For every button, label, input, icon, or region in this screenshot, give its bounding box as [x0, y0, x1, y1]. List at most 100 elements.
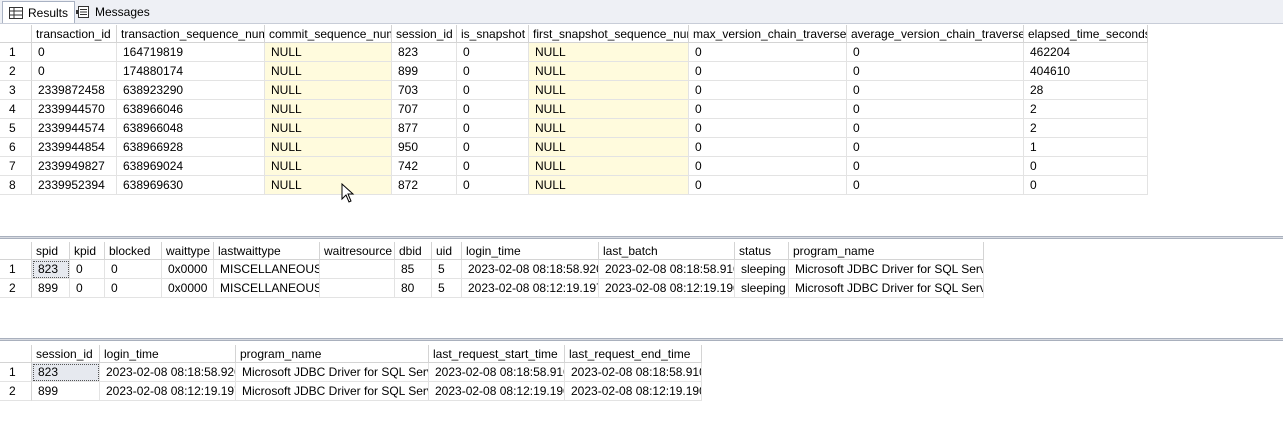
column-header-first-snapshot-sequence-num[interactable]: first_snapshot_sequence_num — [529, 25, 689, 43]
table-cell-kpid[interactable]: 0 — [70, 260, 105, 279]
table-cell-spid[interactable]: 823 — [32, 260, 70, 279]
table-cell-commit-sequence-num[interactable]: NULL — [265, 43, 392, 62]
table-cell-uid[interactable]: 5 — [432, 279, 462, 298]
table-cell-login-time[interactable]: 2023-02-08 08:18:58.920 — [100, 363, 236, 382]
table-cell-first-snapshot-sequence-num[interactable]: NULL — [529, 176, 689, 195]
table-cell-last-request-end-time[interactable]: 2023-02-08 08:12:19.190 — [565, 382, 702, 401]
table-cell-elapsed-time-seconds[interactable]: 2 — [1024, 100, 1148, 119]
column-header-transaction-id[interactable]: transaction_id — [32, 25, 117, 43]
table-cell-last-request-end-time[interactable]: 2023-02-08 08:18:58.910 — [565, 363, 702, 382]
column-header-is-snapshot[interactable]: is_snapshot — [457, 25, 529, 43]
table-cell-first-snapshot-sequence-num[interactable]: NULL — [529, 157, 689, 176]
column-header-last-request-end-time[interactable]: last_request_end_time — [565, 345, 702, 363]
table-cell-average-version-chain-traversed[interactable]: 0 — [847, 81, 1024, 100]
table-cell-average-version-chain-traversed[interactable]: 0 — [847, 62, 1024, 81]
table-cell-blocked[interactable]: 0 — [105, 279, 162, 298]
table-cell-transaction-id[interactable]: 2339872458 — [32, 81, 117, 100]
table-cell-kpid[interactable]: 0 — [70, 279, 105, 298]
table-cell-dbid[interactable]: 85 — [395, 260, 432, 279]
column-header-max-version-chain-traversed[interactable]: max_version_chain_traversed — [689, 25, 847, 43]
table-cell-first-snapshot-sequence-num[interactable]: NULL — [529, 81, 689, 100]
table-cell-transaction-id[interactable]: 2339949827 — [32, 157, 117, 176]
table-cell-max-version-chain-traversed[interactable]: 0 — [689, 81, 847, 100]
table-cell-first-snapshot-sequence-num[interactable]: NULL — [529, 43, 689, 62]
row-number[interactable]: 8 — [0, 176, 32, 195]
table-cell-lastwaittype[interactable]: MISCELLANEOUS — [214, 260, 320, 279]
column-header-uid[interactable]: uid — [432, 242, 462, 260]
table-cell-is-snapshot[interactable]: 0 — [457, 100, 529, 119]
table-cell-elapsed-time-seconds[interactable]: 0 — [1024, 176, 1148, 195]
grid-corner-header[interactable] — [0, 25, 32, 43]
grid-corner-header[interactable] — [0, 345, 32, 363]
table-cell-average-version-chain-traversed[interactable]: 0 — [847, 176, 1024, 195]
table-cell-elapsed-time-seconds[interactable]: 28 — [1024, 81, 1148, 100]
table-cell-commit-sequence-num[interactable]: NULL — [265, 81, 392, 100]
table-cell-average-version-chain-traversed[interactable]: 0 — [847, 157, 1024, 176]
column-header-kpid[interactable]: kpid — [70, 242, 105, 260]
table-cell-commit-sequence-num[interactable]: NULL — [265, 62, 392, 81]
table-cell-last-batch[interactable]: 2023-02-08 08:18:58.910 — [599, 260, 735, 279]
table-cell-commit-sequence-num[interactable]: NULL — [265, 119, 392, 138]
column-header-elapsed-time-seconds[interactable]: elapsed_time_seconds — [1024, 25, 1148, 43]
table-cell-average-version-chain-traversed[interactable]: 0 — [847, 119, 1024, 138]
table-cell-last-batch[interactable]: 2023-02-08 08:12:19.190 — [599, 279, 735, 298]
table-cell-commit-sequence-num[interactable]: NULL — [265, 100, 392, 119]
table-cell-commit-sequence-num[interactable]: NULL — [265, 138, 392, 157]
column-header-waitresource[interactable]: waitresource — [320, 242, 395, 260]
column-header-status[interactable]: status — [735, 242, 789, 260]
table-cell-max-version-chain-traversed[interactable]: 0 — [689, 43, 847, 62]
column-header-lastwaittype[interactable]: lastwaittype — [214, 242, 320, 260]
row-number[interactable]: 1 — [0, 43, 32, 62]
row-number[interactable]: 1 — [0, 260, 32, 279]
table-cell-is-snapshot[interactable]: 0 — [457, 176, 529, 195]
table-cell-elapsed-time-seconds[interactable]: 0 — [1024, 157, 1148, 176]
table-cell-waittype[interactable]: 0x0000 — [162, 260, 214, 279]
table-cell-dbid[interactable]: 80 — [395, 279, 432, 298]
row-number[interactable]: 4 — [0, 100, 32, 119]
table-cell-login-time[interactable]: 2023-02-08 08:12:19.197 — [100, 382, 236, 401]
table-cell-average-version-chain-traversed[interactable]: 0 — [847, 100, 1024, 119]
table-cell-session-id[interactable]: 899 — [32, 382, 100, 401]
column-header-spid[interactable]: spid — [32, 242, 70, 260]
column-header-waittype[interactable]: waittype — [162, 242, 214, 260]
column-header-session-id[interactable]: session_id — [392, 25, 457, 43]
row-number[interactable]: 1 — [0, 363, 32, 382]
table-cell-waitresource[interactable] — [320, 260, 395, 279]
table-cell-blocked[interactable]: 0 — [105, 260, 162, 279]
column-header-program-name[interactable]: program_name — [789, 242, 984, 260]
table-cell-session-id[interactable]: 823 — [32, 363, 100, 382]
grid-corner-header[interactable] — [0, 242, 32, 260]
table-cell-commit-sequence-num[interactable]: NULL — [265, 157, 392, 176]
table-cell-transaction-sequence-num[interactable]: 174880174 — [117, 62, 265, 81]
table-cell-max-version-chain-traversed[interactable]: 0 — [689, 176, 847, 195]
table-cell-transaction-sequence-num[interactable]: 164719819 — [117, 43, 265, 62]
table-cell-session-id[interactable]: 742 — [392, 157, 457, 176]
table-cell-transaction-id[interactable]: 0 — [32, 62, 117, 81]
table-cell-is-snapshot[interactable]: 0 — [457, 119, 529, 138]
row-number[interactable]: 3 — [0, 81, 32, 100]
table-cell-last-request-start-time[interactable]: 2023-02-08 08:12:19.190 — [429, 382, 565, 401]
column-header-blocked[interactable]: blocked — [105, 242, 162, 260]
table-cell-elapsed-time-seconds[interactable]: 462204 — [1024, 43, 1148, 62]
table-cell-is-snapshot[interactable]: 0 — [457, 81, 529, 100]
table-cell-elapsed-time-seconds[interactable]: 404610 — [1024, 62, 1148, 81]
column-header-login-time[interactable]: login_time — [100, 345, 236, 363]
table-cell-program-name[interactable]: Microsoft JDBC Driver for SQL Server — [789, 279, 984, 298]
table-cell-uid[interactable]: 5 — [432, 260, 462, 279]
table-cell-transaction-id[interactable]: 2339952394 — [32, 176, 117, 195]
row-number[interactable]: 7 — [0, 157, 32, 176]
grid-splitter[interactable] — [0, 236, 1283, 239]
table-cell-is-snapshot[interactable]: 0 — [457, 62, 529, 81]
column-header-session-id[interactable]: session_id — [32, 345, 100, 363]
column-header-transaction-sequence-num[interactable]: transaction_sequence_num — [117, 25, 265, 43]
table-cell-program-name[interactable]: Microsoft JDBC Driver for SQL Server — [789, 260, 984, 279]
column-header-last-batch[interactable]: last_batch — [599, 242, 735, 260]
table-cell-transaction-sequence-num[interactable]: 638969024 — [117, 157, 265, 176]
table-cell-first-snapshot-sequence-num[interactable]: NULL — [529, 62, 689, 81]
table-cell-waittype[interactable]: 0x0000 — [162, 279, 214, 298]
table-cell-transaction-id[interactable]: 2339944854 — [32, 138, 117, 157]
table-cell-max-version-chain-traversed[interactable]: 0 — [689, 157, 847, 176]
table-cell-session-id[interactable]: 950 — [392, 138, 457, 157]
table-cell-transaction-sequence-num[interactable]: 638966928 — [117, 138, 265, 157]
table-cell-transaction-sequence-num[interactable]: 638966046 — [117, 100, 265, 119]
